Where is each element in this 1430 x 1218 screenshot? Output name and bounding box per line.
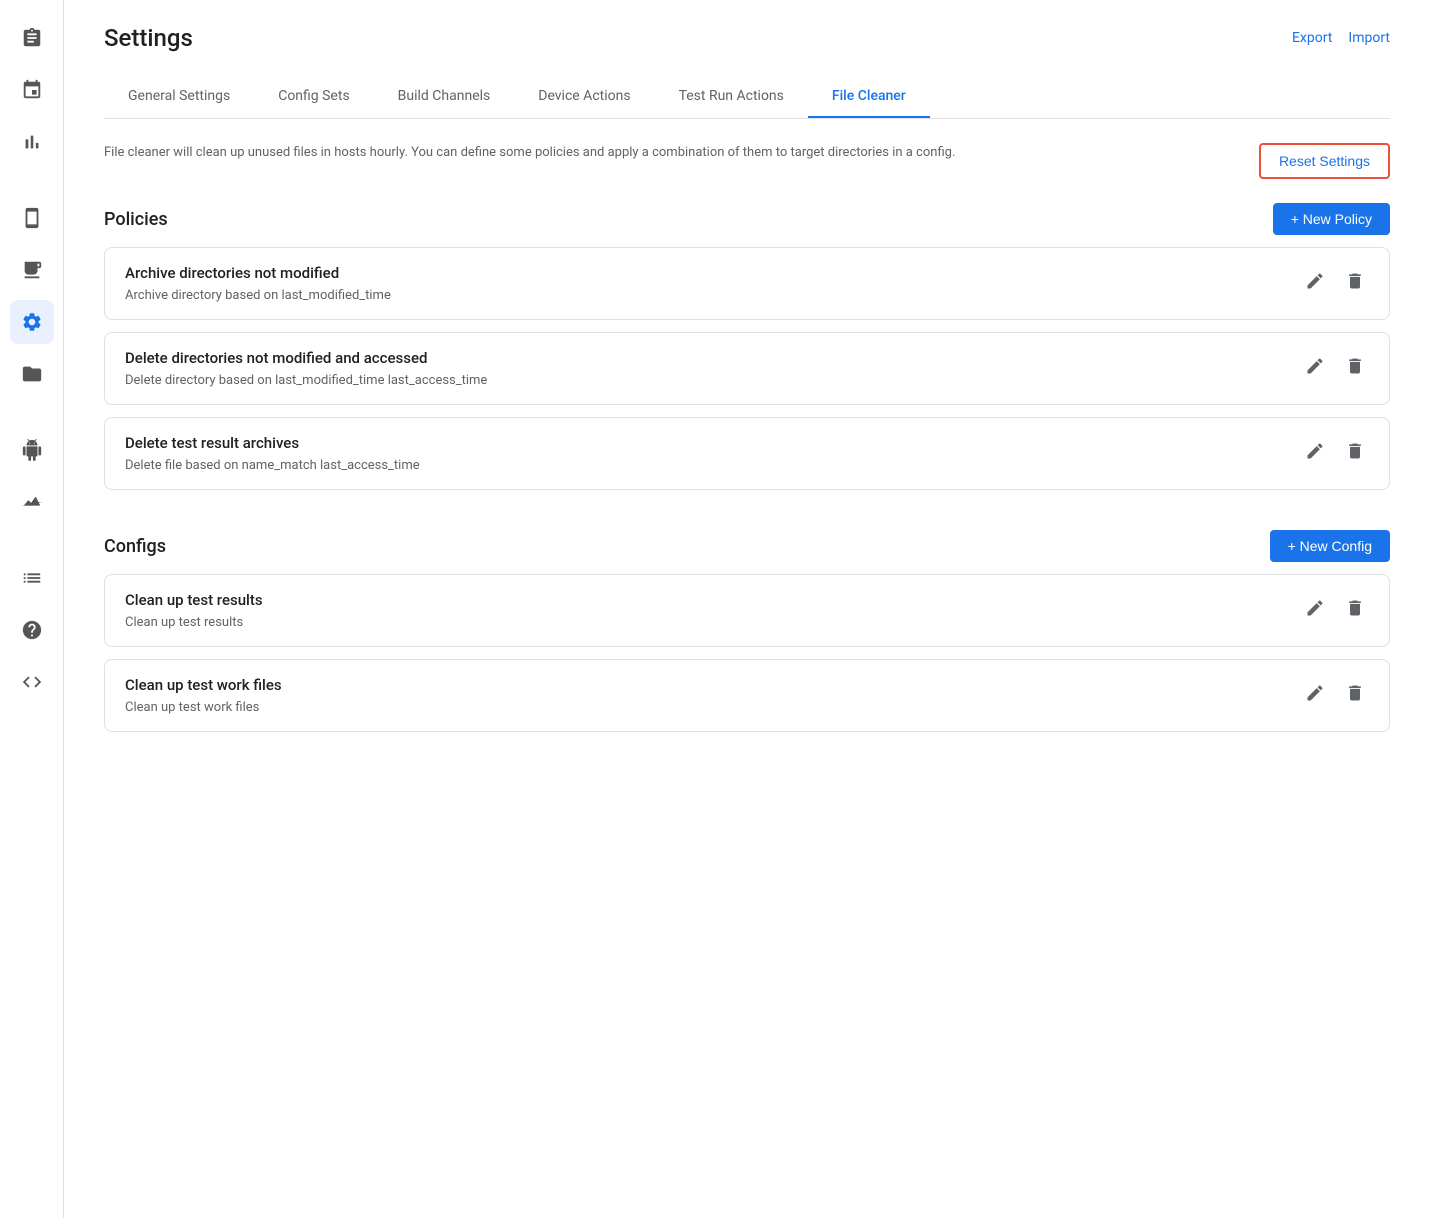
sidebar bbox=[0, 0, 64, 1218]
sidebar-item-pulse[interactable] bbox=[10, 480, 54, 524]
policies-section-header: Policies + New Policy bbox=[104, 203, 1390, 235]
configs-section: Configs + New Config Clean up test resul… bbox=[104, 530, 1390, 744]
new-config-button[interactable]: + New Config bbox=[1270, 530, 1390, 562]
description-text: File cleaner will clean up unused files … bbox=[104, 143, 1235, 163]
policy-card-2-delete-button[interactable] bbox=[1341, 352, 1369, 385]
tabs: General Settings Config Sets Build Chann… bbox=[104, 76, 1390, 119]
config-card-2-content: Clean up test work files Clean up test w… bbox=[125, 676, 282, 715]
header: Settings Export Import bbox=[104, 24, 1390, 52]
policy-card-2-title: Delete directories not modified and acce… bbox=[125, 349, 487, 367]
sidebar-item-server[interactable] bbox=[10, 248, 54, 292]
sidebar-item-settings[interactable] bbox=[10, 300, 54, 344]
policy-card-2-actions bbox=[1301, 352, 1369, 385]
sidebar-item-chart[interactable] bbox=[10, 120, 54, 164]
config-card-1-subtitle: Clean up test results bbox=[125, 615, 263, 630]
sidebar-item-device[interactable] bbox=[10, 196, 54, 240]
policy-card-2-edit-button[interactable] bbox=[1301, 352, 1329, 385]
config-card-2-delete-button[interactable] bbox=[1341, 679, 1369, 712]
policy-card-3-title: Delete test result archives bbox=[125, 434, 420, 452]
policy-card-1-subtitle: Archive directory based on last_modified… bbox=[125, 288, 391, 303]
export-link[interactable]: Export bbox=[1292, 30, 1332, 46]
import-link[interactable]: Import bbox=[1348, 30, 1390, 46]
tab-config-sets[interactable]: Config Sets bbox=[254, 76, 373, 118]
sidebar-item-android[interactable] bbox=[10, 428, 54, 472]
policy-card-3-content: Delete test result archives Delete file … bbox=[125, 434, 420, 473]
config-card-1-title: Clean up test results bbox=[125, 591, 263, 609]
tab-general-settings[interactable]: General Settings bbox=[104, 76, 254, 118]
policy-card-1-content: Archive directories not modified Archive… bbox=[125, 264, 391, 303]
configs-title: Configs bbox=[104, 536, 166, 557]
main-content: Settings Export Import General Settings … bbox=[64, 0, 1430, 1218]
tab-test-run-actions[interactable]: Test Run Actions bbox=[655, 76, 808, 118]
sidebar-item-code[interactable] bbox=[10, 660, 54, 704]
sidebar-item-clipboard[interactable] bbox=[10, 16, 54, 60]
policies-title: Policies bbox=[104, 209, 168, 230]
policy-card-3-delete-button[interactable] bbox=[1341, 437, 1369, 470]
policy-card-2-subtitle: Delete directory based on last_modified_… bbox=[125, 373, 487, 388]
config-card-2-title: Clean up test work files bbox=[125, 676, 282, 694]
description-bar: File cleaner will clean up unused files … bbox=[104, 143, 1390, 179]
config-card-1-edit-button[interactable] bbox=[1301, 594, 1329, 627]
config-card-1-content: Clean up test results Clean up test resu… bbox=[125, 591, 263, 630]
config-card-2: Clean up test work files Clean up test w… bbox=[104, 659, 1390, 732]
sidebar-item-folder[interactable] bbox=[10, 352, 54, 396]
config-card-1-delete-button[interactable] bbox=[1341, 594, 1369, 627]
sidebar-item-calendar[interactable] bbox=[10, 68, 54, 112]
reset-settings-button[interactable]: Reset Settings bbox=[1259, 143, 1390, 179]
sidebar-item-list[interactable] bbox=[10, 556, 54, 600]
tab-device-actions[interactable]: Device Actions bbox=[514, 76, 654, 118]
sidebar-item-help[interactable] bbox=[10, 608, 54, 652]
policy-card-1-delete-button[interactable] bbox=[1341, 267, 1369, 300]
header-actions: Export Import bbox=[1292, 30, 1390, 46]
policy-card-2: Delete directories not modified and acce… bbox=[104, 332, 1390, 405]
tab-build-channels[interactable]: Build Channels bbox=[374, 76, 515, 118]
config-card-1: Clean up test results Clean up test resu… bbox=[104, 574, 1390, 647]
new-policy-button[interactable]: + New Policy bbox=[1273, 203, 1390, 235]
page-title: Settings bbox=[104, 24, 193, 52]
policy-card-3-subtitle: Delete file based on name_match last_acc… bbox=[125, 458, 420, 473]
policy-card-1: Archive directories not modified Archive… bbox=[104, 247, 1390, 320]
policy-card-1-title: Archive directories not modified bbox=[125, 264, 391, 282]
config-card-2-edit-button[interactable] bbox=[1301, 679, 1329, 712]
policy-card-1-edit-button[interactable] bbox=[1301, 267, 1329, 300]
policy-card-2-content: Delete directories not modified and acce… bbox=[125, 349, 487, 388]
tab-file-cleaner[interactable]: File Cleaner bbox=[808, 76, 930, 118]
config-card-2-actions bbox=[1301, 679, 1369, 712]
config-card-2-subtitle: Clean up test work files bbox=[125, 700, 282, 715]
policy-card-1-actions bbox=[1301, 267, 1369, 300]
policy-card-3-edit-button[interactable] bbox=[1301, 437, 1329, 470]
config-card-1-actions bbox=[1301, 594, 1369, 627]
policy-card-3: Delete test result archives Delete file … bbox=[104, 417, 1390, 490]
configs-section-header: Configs + New Config bbox=[104, 530, 1390, 562]
policy-card-3-actions bbox=[1301, 437, 1369, 470]
policies-section: Policies + New Policy Archive directorie… bbox=[104, 203, 1390, 502]
